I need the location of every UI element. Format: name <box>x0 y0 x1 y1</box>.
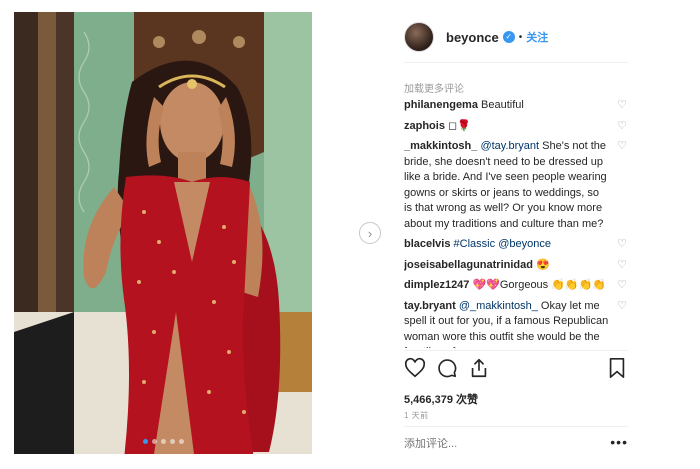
chevron-right-icon: › <box>367 225 373 241</box>
comment-body: 😍 <box>532 258 550 271</box>
comment-body: She's not the bride, she doesn't need to… <box>404 140 607 230</box>
separator-dot: • <box>518 31 523 43</box>
heart-outline-icon <box>404 357 426 378</box>
comment-row: zaphois ◻🌹 ♡ <box>404 119 628 135</box>
carousel-dot[interactable] <box>142 439 148 444</box>
comment-text: zaphois ◻🌹 <box>404 119 616 135</box>
comment-like-heart-icon[interactable]: ♡ <box>616 98 628 113</box>
comment-username[interactable]: joseisabellagunatrinidad <box>404 259 533 271</box>
comment-like-heart-icon[interactable]: ♡ <box>616 119 628 134</box>
next-photo-button[interactable]: › <box>359 222 381 244</box>
like-button[interactable] <box>404 357 426 379</box>
carousel-dot[interactable] <box>178 439 184 444</box>
comment-row: dimplez1247 💖💖Gorgeous 👏👏👏👏 ♡ <box>404 278 628 294</box>
comment-username[interactable]: philanengema <box>404 99 478 111</box>
comment-mention-link[interactable]: @tay.bryant <box>480 140 539 152</box>
more-options-icon[interactable]: ••• <box>610 434 628 450</box>
divider <box>404 62 628 63</box>
carousel-dot[interactable] <box>160 439 166 444</box>
verified-badge-icon: ✓ <box>502 31 515 43</box>
comment-username[interactable]: zaphois <box>404 120 445 132</box>
comment-mention-link[interactable]: @beyonce <box>498 238 551 250</box>
bookmark-icon <box>609 358 625 378</box>
comment-text: joseisabellagunatrinidad 😍 <box>404 258 616 274</box>
carousel-dots <box>14 439 312 444</box>
share-icon <box>471 358 487 378</box>
comment-row: blacelvis #Classic @beyonce ♡ <box>404 237 628 253</box>
likes-count[interactable]: 5,466,379 次赞 <box>404 391 478 407</box>
comment-row: tay.bryant @_makkintosh_ Okay let me spe… <box>404 299 628 349</box>
follow-button[interactable]: 关注 <box>526 29 548 45</box>
carousel-dot[interactable] <box>169 439 175 444</box>
photo-illustration <box>14 12 312 454</box>
username[interactable]: beyonce <box>446 30 499 45</box>
comment-like-heart-icon[interactable]: ♡ <box>616 278 628 293</box>
comment-mention-link[interactable]: #Classic <box>454 238 496 250</box>
share-button[interactable] <box>468 357 490 379</box>
avatar[interactable] <box>404 22 434 52</box>
save-button[interactable] <box>606 357 628 379</box>
action-bar <box>404 356 628 380</box>
post-header: beyonce ✓ • 关注 <box>396 12 628 62</box>
comment-like-heart-icon[interactable]: ♡ <box>616 258 628 273</box>
comment-username[interactable]: tay.bryant <box>404 300 456 312</box>
comment-text: dimplez1247 💖💖Gorgeous 👏👏👏👏 <box>404 278 616 294</box>
load-more-comments[interactable]: 加载更多评论 <box>404 80 464 95</box>
post-side-panel: beyonce ✓ • 关注 加载更多评论 philanengema Beaut… <box>396 12 628 454</box>
comments-list[interactable]: philanengema Beautiful ♡ zaphois ◻🌹 ♡ _makki… <box>404 98 628 348</box>
comment-like-heart-icon[interactable]: ♡ <box>616 139 628 154</box>
post-photo[interactable] <box>14 12 312 454</box>
add-comment-input[interactable] <box>404 438 584 450</box>
comment-bubble-icon <box>438 359 457 378</box>
comment-username[interactable]: _makkintosh_ <box>404 140 477 152</box>
comment-body: ◻🌹 <box>444 119 471 132</box>
comment-username[interactable]: blacelvis <box>404 238 450 250</box>
divider <box>404 350 628 351</box>
comment-button[interactable] <box>436 357 458 379</box>
comment-mention-link[interactable]: @_makkintosh_ <box>459 300 538 312</box>
comment-text: philanengema Beautiful <box>404 98 616 114</box>
comment-like-heart-icon[interactable]: ♡ <box>616 299 628 314</box>
comment-body: 💖💖Gorgeous 👏👏👏👏 <box>469 279 607 291</box>
comment-row: philanengema Beautiful ♡ <box>404 98 628 114</box>
comment-text: blacelvis #Classic @beyonce <box>404 237 616 253</box>
divider <box>404 426 628 427</box>
comment-row: joseisabellagunatrinidad 😍 ♡ <box>404 258 628 274</box>
comment-text: tay.bryant @_makkintosh_ Okay let me spe… <box>404 299 616 349</box>
comment-like-heart-icon[interactable]: ♡ <box>616 237 628 252</box>
comment-row: _makkintosh_ @tay.bryant She's not the b… <box>404 139 628 232</box>
comment-text: _makkintosh_ @tay.bryant She's not the b… <box>404 139 616 232</box>
comment-body: Beautiful <box>477 99 524 111</box>
comment-username[interactable]: dimplez1247 <box>404 279 469 291</box>
post-timestamp: 1 天前 <box>404 411 429 420</box>
carousel-dot[interactable] <box>151 439 157 444</box>
